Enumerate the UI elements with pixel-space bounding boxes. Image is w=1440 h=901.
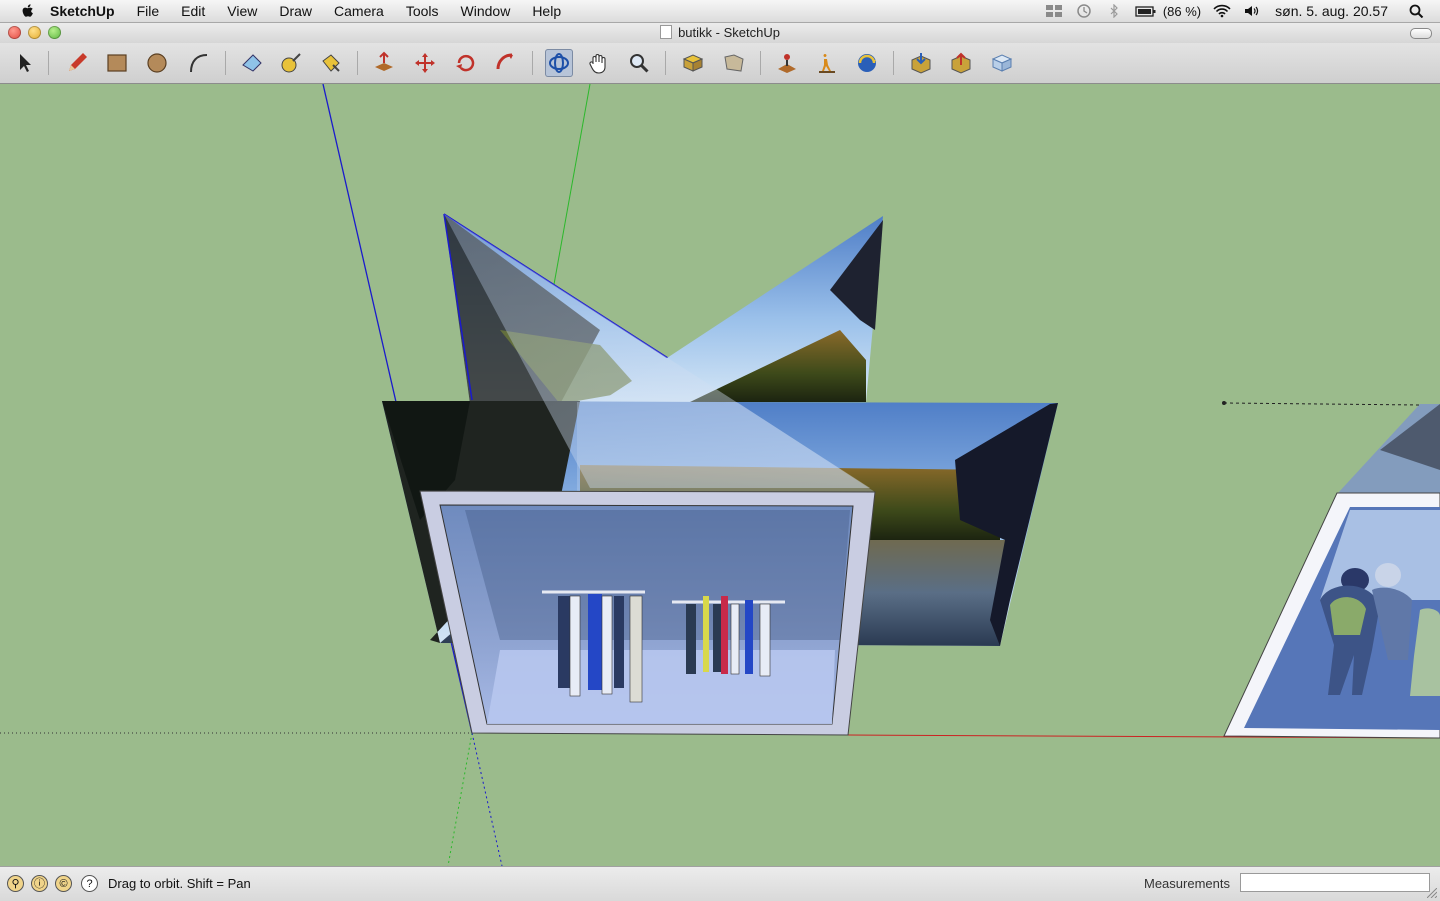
move-icon	[415, 53, 435, 73]
zoom-window-button[interactable]	[48, 26, 61, 39]
zoom-tool[interactable]	[625, 49, 653, 77]
paint-bucket-icon	[322, 54, 340, 72]
toolbar-separator	[225, 51, 226, 75]
zoom-extents-icon	[682, 54, 704, 72]
status-hint-text: Drag to orbit. Shift = Pan	[108, 876, 251, 891]
shop-box-model-right[interactable]	[1223, 404, 1440, 739]
volume-icon[interactable]	[1243, 4, 1261, 18]
menu-edit[interactable]: Edit	[170, 0, 216, 22]
blue-axis-dotted	[471, 732, 503, 866]
orbit-icon	[549, 53, 569, 73]
instructor-help-icon[interactable]: ?	[81, 875, 98, 892]
bluetooth-icon[interactable]	[1105, 4, 1123, 18]
walk-tool[interactable]	[813, 49, 841, 77]
position-camera-icon	[778, 54, 796, 73]
orbit-tool[interactable]	[545, 49, 573, 77]
spotlight-search-icon[interactable]	[1408, 4, 1426, 18]
previous-view-icon	[724, 54, 744, 72]
window-titlebar: butikk - SketchUp	[0, 23, 1440, 43]
arc-icon	[190, 54, 208, 73]
eraser-tool[interactable]	[238, 49, 266, 77]
minimize-window-button[interactable]	[28, 26, 41, 39]
measurements-label: Measurements	[1144, 876, 1230, 891]
push-pull-tool[interactable]	[370, 49, 398, 77]
toolbar-separator	[665, 51, 666, 75]
shop-box-model[interactable]	[419, 490, 876, 736]
select-tool[interactable]	[10, 49, 38, 77]
tape-measure-tool[interactable]	[277, 49, 305, 77]
position-camera-tool[interactable]	[773, 49, 801, 77]
hand-icon	[589, 54, 606, 74]
toolbar-separator	[893, 51, 894, 75]
scene-canvas[interactable]	[0, 84, 1440, 866]
follow-me-icon	[496, 53, 513, 70]
close-window-button[interactable]	[8, 26, 21, 39]
send-to-layout-icon	[991, 54, 1013, 72]
toolbar-separator	[760, 51, 761, 75]
share-model-icon	[951, 52, 971, 74]
pencil-icon	[69, 53, 87, 71]
menu-file[interactable]: File	[126, 0, 171, 22]
credits-icon[interactable]: ⓘ	[31, 875, 48, 892]
circle-icon	[147, 53, 167, 73]
document-proxy-icon[interactable]	[660, 25, 673, 39]
pan-tool[interactable]	[585, 49, 613, 77]
wifi-icon[interactable]	[1213, 4, 1231, 18]
battery-percentage: (86 %)	[1162, 3, 1202, 19]
battery-icon[interactable]	[1135, 4, 1157, 18]
guide-point	[1222, 401, 1226, 405]
green-axis	[552, 84, 591, 291]
send-to-layout-tool[interactable]	[988, 49, 1016, 77]
rectangle-tool[interactable]	[103, 49, 131, 77]
toolbar-separator	[532, 51, 533, 75]
menu-view[interactable]: View	[216, 0, 268, 22]
get-models-icon	[911, 53, 931, 74]
push-pull-icon	[375, 51, 393, 71]
model-viewport[interactable]	[0, 84, 1440, 866]
toolbar-toggle-button[interactable]	[1410, 28, 1432, 39]
look-around-icon	[858, 54, 876, 72]
menu-camera[interactable]: Camera	[323, 0, 395, 22]
toolbar-separator	[48, 51, 49, 75]
measurements-input[interactable]	[1240, 873, 1430, 892]
app-menu[interactable]: SketchUp	[50, 0, 126, 22]
arc-tool[interactable]	[185, 49, 213, 77]
arrow-cursor-icon	[20, 54, 31, 72]
menu-draw[interactable]: Draw	[268, 0, 323, 22]
menubar-clock[interactable]: søn. 5. aug. 20.57	[1275, 3, 1388, 19]
get-models-tool[interactable]	[907, 49, 935, 77]
main-toolbar	[0, 43, 1440, 84]
geolocation-icon[interactable]: ⚲	[7, 875, 24, 892]
zoom-extents-tool[interactable]	[679, 49, 707, 77]
pencil-tool[interactable]	[63, 49, 91, 77]
paint-bucket-tool[interactable]	[317, 49, 345, 77]
menu-window[interactable]: Window	[450, 0, 522, 22]
guide-line	[1223, 402, 1421, 406]
rotate-tool[interactable]	[452, 49, 480, 77]
toolbar-separator	[357, 51, 358, 75]
rectangle-icon	[107, 54, 127, 72]
move-tool[interactable]	[411, 49, 439, 77]
look-around-tool[interactable]	[853, 49, 881, 77]
menu-help[interactable]: Help	[521, 0, 572, 22]
walk-icon	[819, 54, 835, 73]
circle-tool[interactable]	[143, 49, 171, 77]
green-axis-dotted	[447, 732, 473, 866]
mac-menubar: SketchUp File Edit View Draw Camera Tool…	[0, 0, 1440, 23]
window-title: butikk - SketchUp	[678, 25, 780, 40]
status-bar: ⚲ ⓘ © ? Drag to orbit. Shift = Pan Measu…	[0, 866, 1440, 901]
rotate-icon	[456, 54, 475, 72]
previous-view-tool[interactable]	[720, 49, 748, 77]
tape-measure-icon	[281, 53, 301, 73]
time-machine-icon[interactable]	[1075, 4, 1093, 18]
spaces-icon[interactable]	[1045, 4, 1063, 18]
apple-menu-icon[interactable]	[20, 3, 36, 19]
follow-me-tool[interactable]	[492, 49, 520, 77]
menu-tools[interactable]: Tools	[395, 0, 450, 22]
share-model-tool[interactable]	[947, 49, 975, 77]
eraser-icon	[242, 54, 262, 72]
resize-grip-icon[interactable]	[1427, 888, 1437, 898]
license-icon[interactable]: ©	[55, 875, 72, 892]
magnifier-icon	[630, 54, 649, 73]
